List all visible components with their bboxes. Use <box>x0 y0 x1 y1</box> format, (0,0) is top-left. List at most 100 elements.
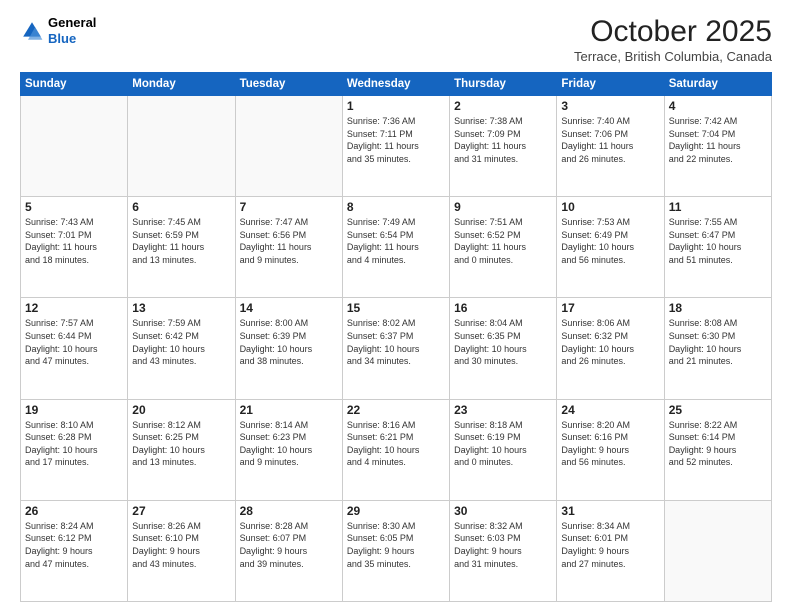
calendar-cell: 28Sunrise: 8:28 AMSunset: 6:07 PMDayligh… <box>235 500 342 601</box>
day-number: 22 <box>347 403 445 417</box>
day-info: Sunrise: 7:40 AMSunset: 7:06 PMDaylight:… <box>561 115 659 165</box>
day-number: 10 <box>561 200 659 214</box>
day-number: 8 <box>347 200 445 214</box>
day-number: 13 <box>132 301 230 315</box>
day-number: 14 <box>240 301 338 315</box>
day-info: Sunrise: 7:43 AMSunset: 7:01 PMDaylight:… <box>25 216 123 266</box>
day-info: Sunrise: 8:32 AMSunset: 6:03 PMDaylight:… <box>454 520 552 570</box>
calendar-header-saturday: Saturday <box>664 73 771 96</box>
day-info: Sunrise: 8:20 AMSunset: 6:16 PMDaylight:… <box>561 419 659 469</box>
day-info: Sunrise: 7:51 AMSunset: 6:52 PMDaylight:… <box>454 216 552 266</box>
calendar-header-thursday: Thursday <box>450 73 557 96</box>
day-number: 31 <box>561 504 659 518</box>
calendar-cell <box>664 500 771 601</box>
calendar-cell: 9 Sunrise: 7:51 AMSunset: 6:52 PMDaylight… <box>450 197 557 298</box>
calendar-header-row: SundayMondayTuesdayWednesdayThursdayFrid… <box>21 73 772 96</box>
week-row-5: 26 Sunrise: 8:24 AMSunset: 6:12 PMDayligh… <box>21 500 772 601</box>
day-number: 11 <box>669 200 767 214</box>
day-info: Sunrise: 8:34 AMSunset: 6:01 PMDaylight:… <box>561 520 659 570</box>
day-number: 18 <box>669 301 767 315</box>
header: General Blue October 2025 Terrace, Briti… <box>20 15 772 64</box>
day-info: Sunrise: 7:42 AMSunset: 7:04 PMDaylight:… <box>669 115 767 165</box>
logo-icon <box>20 19 44 43</box>
day-number: 19 <box>25 403 123 417</box>
calendar-cell: 16 Sunrise: 8:04 AMSunset: 6:35 PMDayligh… <box>450 298 557 399</box>
calendar-cell <box>21 96 128 197</box>
calendar-cell: 25 Sunrise: 8:22 AMSunset: 6:14 PMDayligh… <box>664 399 771 500</box>
calendar-cell: 11 Sunrise: 7:55 AMSunset: 6:47 PMDayligh… <box>664 197 771 298</box>
day-number: 26 <box>25 504 123 518</box>
day-number: 7 <box>240 200 338 214</box>
calendar-table: SundayMondayTuesdayWednesdayThursdayFrid… <box>20 72 772 602</box>
day-info: Sunrise: 7:47 AMSunset: 6:56 PMDaylight:… <box>240 216 338 266</box>
calendar-cell: 14 Sunrise: 8:00 AMSunset: 6:39 PMDayligh… <box>235 298 342 399</box>
day-number: 17 <box>561 301 659 315</box>
day-info: Sunrise: 8:28 AMSunset: 6:07 PMDaylight:… <box>240 520 338 570</box>
calendar-cell: 1 Sunrise: 7:36 AMSunset: 7:11 PMDaylight… <box>342 96 449 197</box>
day-info: Sunrise: 8:02 AMSunset: 6:37 PMDaylight:… <box>347 317 445 367</box>
calendar-cell: 6 Sunrise: 7:45 AMSunset: 6:59 PMDaylight… <box>128 197 235 298</box>
day-number: 6 <box>132 200 230 214</box>
day-number: 23 <box>454 403 552 417</box>
calendar-header-sunday: Sunday <box>21 73 128 96</box>
day-info: Sunrise: 7:36 AMSunset: 7:11 PMDaylight:… <box>347 115 445 165</box>
day-number: 27 <box>132 504 230 518</box>
day-number: 9 <box>454 200 552 214</box>
day-info: Sunrise: 8:26 AMSunset: 6:10 PMDaylight:… <box>132 520 230 570</box>
calendar-cell: 13Sunrise: 7:59 AMSunset: 6:42 PMDayligh… <box>128 298 235 399</box>
calendar-cell: 23 Sunrise: 8:18 AMSunset: 6:19 PMDayligh… <box>450 399 557 500</box>
day-number: 1 <box>347 99 445 113</box>
day-info: Sunrise: 8:18 AMSunset: 6:19 PMDaylight:… <box>454 419 552 469</box>
calendar-header-wednesday: Wednesday <box>342 73 449 96</box>
day-number: 2 <box>454 99 552 113</box>
calendar-cell: 10 Sunrise: 7:53 AMSunset: 6:49 PMDayligh… <box>557 197 664 298</box>
day-info: Sunrise: 8:10 AMSunset: 6:28 PMDaylight:… <box>25 419 123 469</box>
calendar-header-friday: Friday <box>557 73 664 96</box>
day-info: Sunrise: 7:57 AMSunset: 6:44 PMDaylight:… <box>25 317 123 367</box>
day-info: Sunrise: 7:53 AMSunset: 6:49 PMDaylight:… <box>561 216 659 266</box>
page: General Blue October 2025 Terrace, Briti… <box>0 0 792 612</box>
day-number: 16 <box>454 301 552 315</box>
calendar-cell: 26 Sunrise: 8:24 AMSunset: 6:12 PMDayligh… <box>21 500 128 601</box>
day-info: Sunrise: 8:24 AMSunset: 6:12 PMDaylight:… <box>25 520 123 570</box>
day-number: 3 <box>561 99 659 113</box>
calendar-cell: 19 Sunrise: 8:10 AMSunset: 6:28 PMDayligh… <box>21 399 128 500</box>
day-info: Sunrise: 8:04 AMSunset: 6:35 PMDaylight:… <box>454 317 552 367</box>
day-info: Sunrise: 8:14 AMSunset: 6:23 PMDaylight:… <box>240 419 338 469</box>
day-info: Sunrise: 7:45 AMSunset: 6:59 PMDaylight:… <box>132 216 230 266</box>
calendar-cell: 21 Sunrise: 8:14 AMSunset: 6:23 PMDayligh… <box>235 399 342 500</box>
week-row-4: 19 Sunrise: 8:10 AMSunset: 6:28 PMDayligh… <box>21 399 772 500</box>
logo-text: General Blue <box>48 15 96 46</box>
calendar-cell: 20Sunrise: 8:12 AMSunset: 6:25 PMDayligh… <box>128 399 235 500</box>
calendar-cell: 18Sunrise: 8:08 AMSunset: 6:30 PMDayligh… <box>664 298 771 399</box>
calendar-cell <box>235 96 342 197</box>
day-number: 12 <box>25 301 123 315</box>
day-info: Sunrise: 7:38 AMSunset: 7:09 PMDaylight:… <box>454 115 552 165</box>
day-number: 5 <box>25 200 123 214</box>
calendar-cell <box>128 96 235 197</box>
day-info: Sunrise: 8:30 AMSunset: 6:05 PMDaylight:… <box>347 520 445 570</box>
calendar-header-tuesday: Tuesday <box>235 73 342 96</box>
calendar-cell: 29Sunrise: 8:30 AMSunset: 6:05 PMDayligh… <box>342 500 449 601</box>
day-info: Sunrise: 8:00 AMSunset: 6:39 PMDaylight:… <box>240 317 338 367</box>
day-info: Sunrise: 7:49 AMSunset: 6:54 PMDaylight:… <box>347 216 445 266</box>
week-row-1: 1 Sunrise: 7:36 AMSunset: 7:11 PMDaylight… <box>21 96 772 197</box>
day-info: Sunrise: 8:22 AMSunset: 6:14 PMDaylight:… <box>669 419 767 469</box>
day-info: Sunrise: 7:55 AMSunset: 6:47 PMDaylight:… <box>669 216 767 266</box>
day-info: Sunrise: 8:06 AMSunset: 6:32 PMDaylight:… <box>561 317 659 367</box>
calendar-cell: 5 Sunrise: 7:43 AMSunset: 7:01 PMDaylight… <box>21 197 128 298</box>
day-number: 21 <box>240 403 338 417</box>
calendar-cell: 17 Sunrise: 8:06 AMSunset: 6:32 PMDayligh… <box>557 298 664 399</box>
calendar-cell: 30 Sunrise: 8:32 AMSunset: 6:03 PMDayligh… <box>450 500 557 601</box>
calendar-cell: 12 Sunrise: 7:57 AMSunset: 6:44 PMDayligh… <box>21 298 128 399</box>
calendar-cell: 22 Sunrise: 8:16 AMSunset: 6:21 PMDayligh… <box>342 399 449 500</box>
title-block: October 2025 Terrace, British Columbia, … <box>574 15 772 64</box>
day-info: Sunrise: 8:16 AMSunset: 6:21 PMDaylight:… <box>347 419 445 469</box>
week-row-3: 12 Sunrise: 7:57 AMSunset: 6:44 PMDayligh… <box>21 298 772 399</box>
calendar-cell: 27 Sunrise: 8:26 AMSunset: 6:10 PMDayligh… <box>128 500 235 601</box>
day-number: 20 <box>132 403 230 417</box>
day-number: 30 <box>454 504 552 518</box>
day-number: 25 <box>669 403 767 417</box>
day-number: 4 <box>669 99 767 113</box>
calendar-cell: 8 Sunrise: 7:49 AMSunset: 6:54 PMDaylight… <box>342 197 449 298</box>
